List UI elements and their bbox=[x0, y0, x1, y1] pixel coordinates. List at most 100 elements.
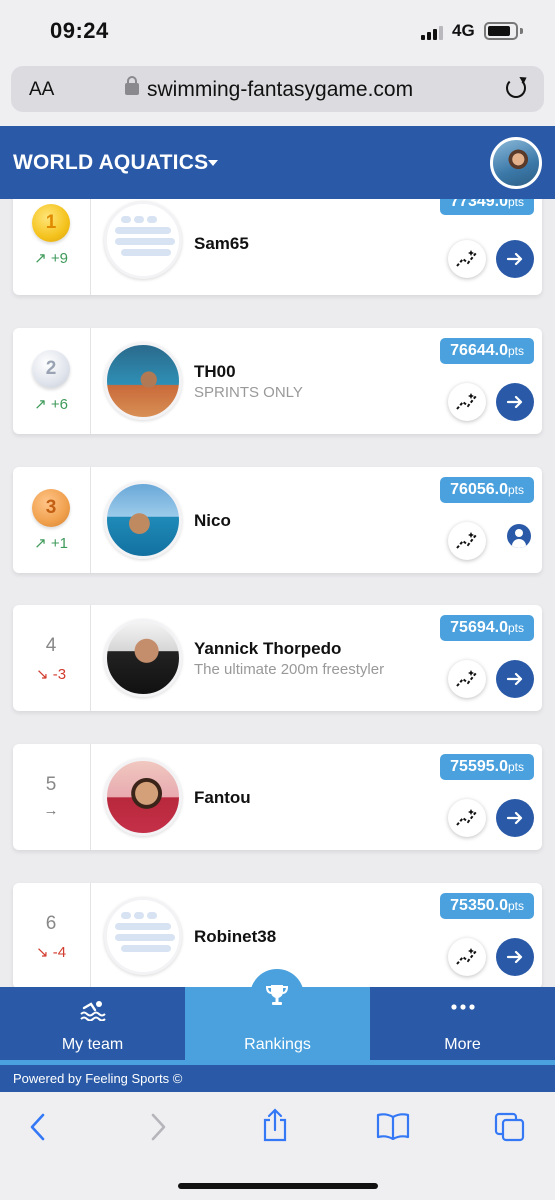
points-badge: 75694.0pts bbox=[440, 615, 534, 641]
stats-button[interactable] bbox=[448, 938, 486, 976]
stats-button[interactable] bbox=[448, 660, 486, 698]
points-badge: 76056.0pts bbox=[440, 477, 534, 503]
battery-icon bbox=[484, 22, 518, 40]
view-team-button[interactable] bbox=[496, 660, 534, 698]
forward-icon[interactable] bbox=[148, 1112, 168, 1142]
ranking-card[interactable]: 3 ↗ +1 Nico 76056.0pts bbox=[13, 467, 542, 573]
trend-chart-icon bbox=[456, 809, 477, 826]
trend-chart-icon bbox=[456, 670, 477, 687]
view-team-button[interactable] bbox=[496, 799, 534, 837]
reload-icon[interactable] bbox=[506, 78, 526, 98]
rank-change-up: ↗ +9 bbox=[34, 250, 68, 267]
arrow-right-icon bbox=[506, 811, 523, 825]
ranking-card[interactable]: 4 ↘ -3 Yannick Thorpedo The ultimate 200… bbox=[13, 605, 542, 711]
stats-button[interactable] bbox=[448, 522, 486, 560]
stats-button[interactable] bbox=[448, 383, 486, 421]
rank-change-value: -3 bbox=[52, 666, 67, 683]
tabs-icon[interactable] bbox=[494, 1112, 526, 1142]
points-badge: 75595.0pts bbox=[440, 754, 534, 780]
rankings-list[interactable]: 1 ↗ +9 Sam65 77349.0pts 2 ↗ +6 TH00 SPRI… bbox=[0, 199, 555, 987]
arrow-right-icon bbox=[506, 252, 523, 266]
rank-number: 6 bbox=[45, 913, 57, 934]
league-selector[interactable]: WORLD AQUATICS bbox=[13, 151, 208, 175]
more-dots-icon bbox=[451, 1004, 475, 1010]
rankings-tab-button[interactable] bbox=[250, 969, 304, 1023]
swimmer-icon bbox=[80, 1001, 106, 1021]
arrow-right-icon bbox=[506, 395, 523, 409]
points-unit: pts bbox=[507, 621, 524, 635]
card-divider bbox=[90, 467, 91, 573]
points-value: 76056.0 bbox=[450, 481, 508, 498]
status-time: 09:24 bbox=[50, 18, 109, 43]
view-team-button[interactable] bbox=[496, 938, 534, 976]
rank-number: 4 bbox=[45, 635, 57, 656]
rank-change-value: +6 bbox=[50, 396, 68, 413]
rank-change-value: +1 bbox=[50, 535, 68, 552]
arrow-right-icon bbox=[506, 950, 523, 964]
player-name[interactable]: Yannick Thorpedo bbox=[194, 639, 341, 659]
back-icon[interactable] bbox=[28, 1112, 48, 1142]
trend-chart-icon bbox=[456, 948, 477, 965]
trend-chart-icon bbox=[456, 532, 477, 549]
ranking-card[interactable]: 2 ↗ +6 TH00 SPRINTS ONLY 76644.0pts bbox=[13, 328, 542, 434]
player-avatar bbox=[104, 342, 182, 420]
nav-more[interactable]: More bbox=[370, 987, 555, 1060]
view-team-button[interactable] bbox=[496, 240, 534, 278]
trend-chart-icon bbox=[456, 393, 477, 410]
rank-change-down: ↘ -3 bbox=[35, 666, 67, 683]
lock-icon bbox=[125, 76, 139, 95]
browser-address-zone: AA swimming-fantasygame.com bbox=[0, 62, 555, 126]
profile-icon[interactable] bbox=[507, 524, 531, 548]
points-badge: 77349.0pts bbox=[440, 199, 534, 215]
points-unit: pts bbox=[507, 483, 524, 497]
player-name[interactable]: Robinet38 bbox=[194, 927, 276, 947]
app-header: WORLD AQUATICS bbox=[0, 126, 555, 199]
player-name[interactable]: TH00 bbox=[194, 362, 236, 382]
ranking-card[interactable]: 5 → Fantou 75595.0pts bbox=[13, 744, 542, 850]
user-avatar[interactable] bbox=[490, 137, 542, 189]
rank-number: 5 bbox=[45, 774, 57, 795]
card-divider bbox=[90, 883, 91, 987]
player-name[interactable]: Nico bbox=[194, 511, 231, 531]
home-indicator bbox=[178, 1183, 378, 1189]
powered-by: Powered by Feeling Sports © bbox=[0, 1065, 555, 1092]
player-avatar bbox=[104, 481, 182, 559]
silver-medal: 2 bbox=[32, 350, 70, 388]
nav-my-team[interactable]: My team bbox=[0, 987, 185, 1060]
nav-label: Rankings bbox=[244, 1036, 311, 1053]
arrow-right-icon bbox=[506, 672, 523, 686]
reader-settings-button[interactable]: AA bbox=[29, 79, 54, 101]
stats-button[interactable] bbox=[448, 799, 486, 837]
stats-button[interactable] bbox=[448, 240, 486, 278]
card-divider bbox=[90, 744, 91, 850]
player-name[interactable]: Fantou bbox=[194, 788, 251, 808]
card-divider bbox=[90, 605, 91, 711]
bookmarks-icon[interactable] bbox=[376, 1112, 410, 1140]
player-avatar bbox=[104, 619, 182, 697]
trend-chart-icon bbox=[456, 250, 477, 267]
rank-change-same: → bbox=[43, 802, 59, 819]
trophy-icon bbox=[265, 985, 289, 1005]
share-icon[interactable] bbox=[260, 1108, 290, 1142]
address-bar[interactable]: AA swimming-fantasygame.com bbox=[11, 66, 544, 112]
status-bar: 09:24 4G bbox=[0, 0, 555, 62]
points-value: 75350.0 bbox=[450, 897, 508, 914]
ranking-card[interactable]: 1 ↗ +9 Sam65 77349.0pts bbox=[13, 199, 542, 295]
points-unit: pts bbox=[507, 199, 524, 209]
card-divider bbox=[90, 328, 91, 434]
player-subtitle: SPRINTS ONLY bbox=[194, 384, 303, 401]
card-divider bbox=[90, 199, 91, 295]
gold-medal: 1 bbox=[32, 204, 70, 242]
caret-down-icon[interactable] bbox=[208, 160, 218, 166]
url-text[interactable]: swimming-fantasygame.com bbox=[147, 78, 413, 102]
signal-icon bbox=[421, 24, 443, 40]
rank-change-down: ↘ -4 bbox=[35, 944, 67, 961]
view-team-button[interactable] bbox=[496, 383, 534, 421]
rank-change-up: ↗ +6 bbox=[34, 396, 68, 413]
player-avatar bbox=[104, 758, 182, 836]
points-badge: 75350.0pts bbox=[440, 893, 534, 919]
player-name[interactable]: Sam65 bbox=[194, 234, 249, 254]
rank-change-value: -4 bbox=[52, 944, 67, 961]
avatar-placeholder bbox=[104, 201, 182, 279]
points-value: 75595.0 bbox=[450, 758, 508, 775]
